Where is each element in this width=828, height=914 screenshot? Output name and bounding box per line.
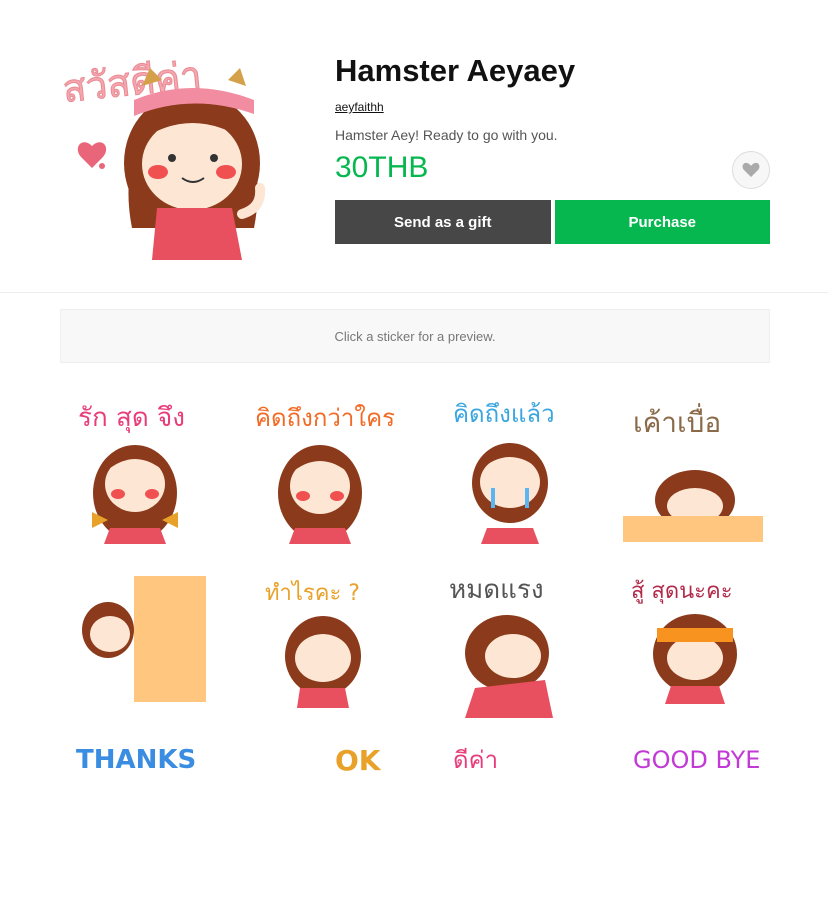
product-price: 30THB [335, 151, 429, 184]
sticker-item[interactable]: THANKS [60, 744, 220, 914]
preview-area: Click a sticker for a preview. [60, 309, 770, 363]
favorite-button[interactable] [732, 151, 770, 189]
svg-text:คิดถึงแล้ว: คิดถึงแล้ว [453, 400, 555, 428]
send-gift-button[interactable]: Send as a gift [335, 200, 551, 244]
product-title: Hamster Aeyaey [335, 53, 576, 88]
sticker-item[interactable]: เค้าเบื่อ [615, 388, 775, 558]
svg-text:GOOD BYE: GOOD BYE [633, 746, 760, 774]
sticker-item[interactable]: GOOD BYE [615, 744, 775, 914]
sticker-item[interactable]: OK [245, 744, 405, 914]
svg-text:รัก สุด จึง: รัก สุด จึง [78, 403, 185, 433]
svg-text:THANKS: THANKS [76, 745, 196, 775]
svg-text:ดีค่า: ดีค่า [453, 746, 498, 774]
svg-text:OK: OK [335, 744, 382, 777]
sticker-item[interactable]: คิดถึงแล้ว [435, 388, 595, 558]
preview-hint: Click a sticker for a preview. [334, 328, 496, 344]
svg-text:คิดถึงกว่าใคร: คิดถึงกว่าใคร [255, 404, 395, 432]
product-header: สวัสดีค่า Hamster Aeyaey aeyfaithh Hamst… [0, 0, 828, 293]
heart-icon [742, 162, 760, 177]
svg-text:เค้าเบื่อ: เค้าเบื่อ [633, 403, 721, 439]
sticker-item[interactable]: ดีค่า [435, 744, 595, 914]
svg-text:หมดแรง: หมดแรง [449, 575, 544, 605]
sticker-item[interactable]: ทำไรคะ ? [245, 568, 405, 738]
product-description: Hamster Aey! Ready to go with you. [335, 127, 558, 143]
product-info: Hamster Aeyaey aeyfaithh Hamster Aey! Re… [335, 53, 770, 244]
main-sticker-image[interactable]: สวัสดีค่า [62, 38, 284, 262]
svg-text:ทำไรคะ ?: ทำไรคะ ? [265, 580, 360, 606]
sticker-item[interactable]: รัก สุด จึง [60, 388, 220, 558]
sticker-item[interactable]: คิดถึงกว่าใคร [245, 388, 405, 558]
sticker-item[interactable]: หมดแรง [435, 568, 595, 738]
purchase-actions: Send as a gift Purchase [335, 200, 770, 244]
purchase-button[interactable]: Purchase [554, 200, 770, 244]
author-link[interactable]: aeyfaithh [335, 100, 384, 114]
sticker-item[interactable]: สู้ สุดนะคะ [615, 568, 775, 738]
sticker-item[interactable] [60, 568, 220, 738]
svg-text:สู้ สุดนะคะ: สู้ สุดนะคะ [631, 579, 733, 604]
